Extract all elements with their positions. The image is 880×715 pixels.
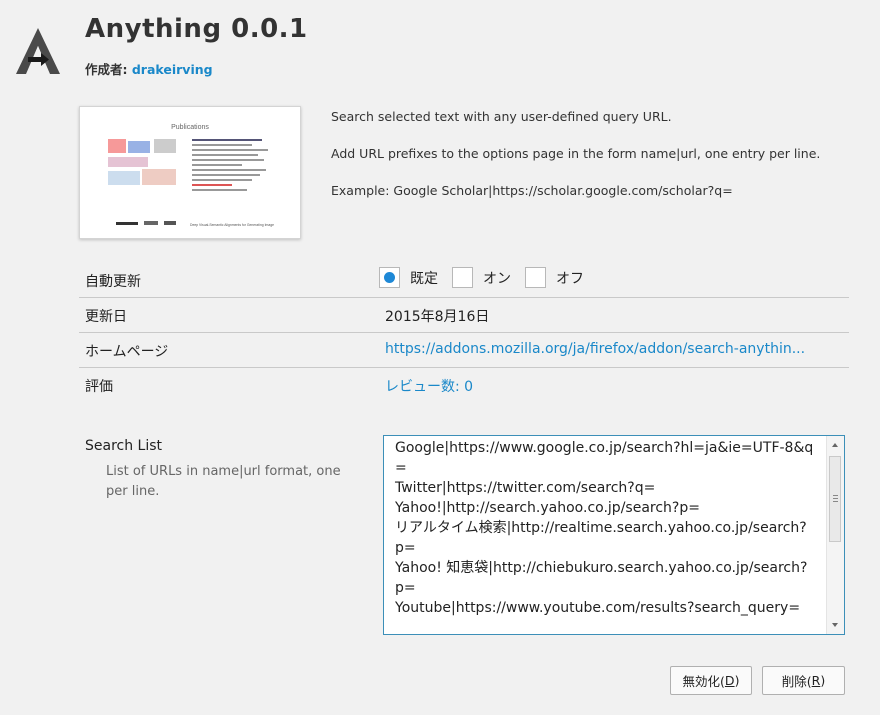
- auto-update-option-default[interactable]: 既定: [379, 267, 438, 288]
- addon-details-page: Anything 0.0.1 作成者: drakeirving Publicat…: [0, 0, 880, 715]
- textarea-scrollbar[interactable]: [826, 436, 844, 634]
- addon-logo-icon: [14, 26, 62, 76]
- homepage-label: ホームページ: [85, 344, 169, 360]
- author-line: 作成者: drakeirving: [85, 59, 213, 78]
- author-link[interactable]: drakeirving: [132, 62, 213, 77]
- search-list-textarea[interactable]: Google|https://www.google.co.jp/search?h…: [383, 435, 845, 635]
- radio-on[interactable]: [452, 267, 473, 288]
- disable-button[interactable]: 無効化(D): [670, 666, 752, 695]
- grip-line: [833, 501, 838, 502]
- auto-update-row: 自動更新 既定 オン オフ: [79, 263, 849, 298]
- thumb-title: Publications: [171, 124, 209, 131]
- search-list-title: Search List: [85, 438, 163, 454]
- addon-screenshot[interactable]: Publications Deep Visual-Semantic Alignm…: [79, 106, 301, 239]
- auto-update-label: 自動更新: [85, 274, 141, 290]
- radio-off[interactable]: [525, 267, 546, 288]
- disable-button-accesskey: D: [724, 673, 735, 688]
- homepage-row: ホームページ https://addons.mozilla.org/ja/fir…: [79, 333, 849, 368]
- remove-button-label: 削除(: [781, 674, 812, 689]
- scroll-up-arrow-icon[interactable]: [832, 443, 838, 447]
- grip-line: [833, 495, 838, 496]
- search-list-description: List of URLs in name|url format, one per…: [106, 464, 341, 499]
- remove-button[interactable]: 削除(R): [762, 666, 845, 695]
- grip-line: [833, 498, 838, 499]
- auto-update-option-off[interactable]: オフ: [525, 267, 584, 288]
- thumb-caption: Deep Visual-Semantic Alignments for Gene…: [190, 223, 274, 227]
- addon-title: Anything 0.0.1: [85, 14, 308, 44]
- disable-button-label: 無効化(: [682, 674, 725, 689]
- auto-update-radio-group: 既定 オン オフ: [379, 267, 598, 288]
- radio-selected-dot: [384, 272, 395, 283]
- disable-button-suffix: ): [734, 673, 740, 688]
- rating-label: 評価: [85, 379, 113, 395]
- author-label: 作成者:: [85, 62, 128, 77]
- description-line-3: Example: Google Scholar|https://scholar.…: [331, 183, 733, 198]
- remove-button-accesskey: R: [811, 673, 821, 688]
- updated-value: 2015年8月16日: [385, 309, 490, 325]
- description-line-1: Search selected text with any user-defin…: [331, 109, 672, 124]
- reviews-link[interactable]: レビュー数: 0: [385, 376, 473, 396]
- auto-update-option-on[interactable]: オン: [452, 267, 511, 288]
- description-line-2: Add URL prefixes to the options page in …: [331, 146, 821, 161]
- rating-row: 評価 レビュー数: 0: [79, 368, 849, 403]
- radio-default-label: 既定: [410, 270, 438, 287]
- radio-on-label: オン: [483, 270, 511, 287]
- search-list-text[interactable]: Google|https://www.google.co.jp/search?h…: [395, 438, 815, 618]
- updated-label: 更新日: [85, 309, 127, 325]
- remove-button-suffix: ): [820, 673, 826, 688]
- addon-description: Search selected text with any user-defin…: [331, 108, 861, 219]
- updated-row: 更新日 2015年8月16日: [79, 298, 849, 333]
- radio-off-label: オフ: [556, 270, 584, 287]
- scrollbar-thumb[interactable]: [829, 456, 841, 542]
- radio-default[interactable]: [379, 267, 400, 288]
- homepage-link[interactable]: https://addons.mozilla.org/ja/firefox/ad…: [385, 341, 845, 357]
- scroll-down-arrow-icon[interactable]: [832, 623, 838, 627]
